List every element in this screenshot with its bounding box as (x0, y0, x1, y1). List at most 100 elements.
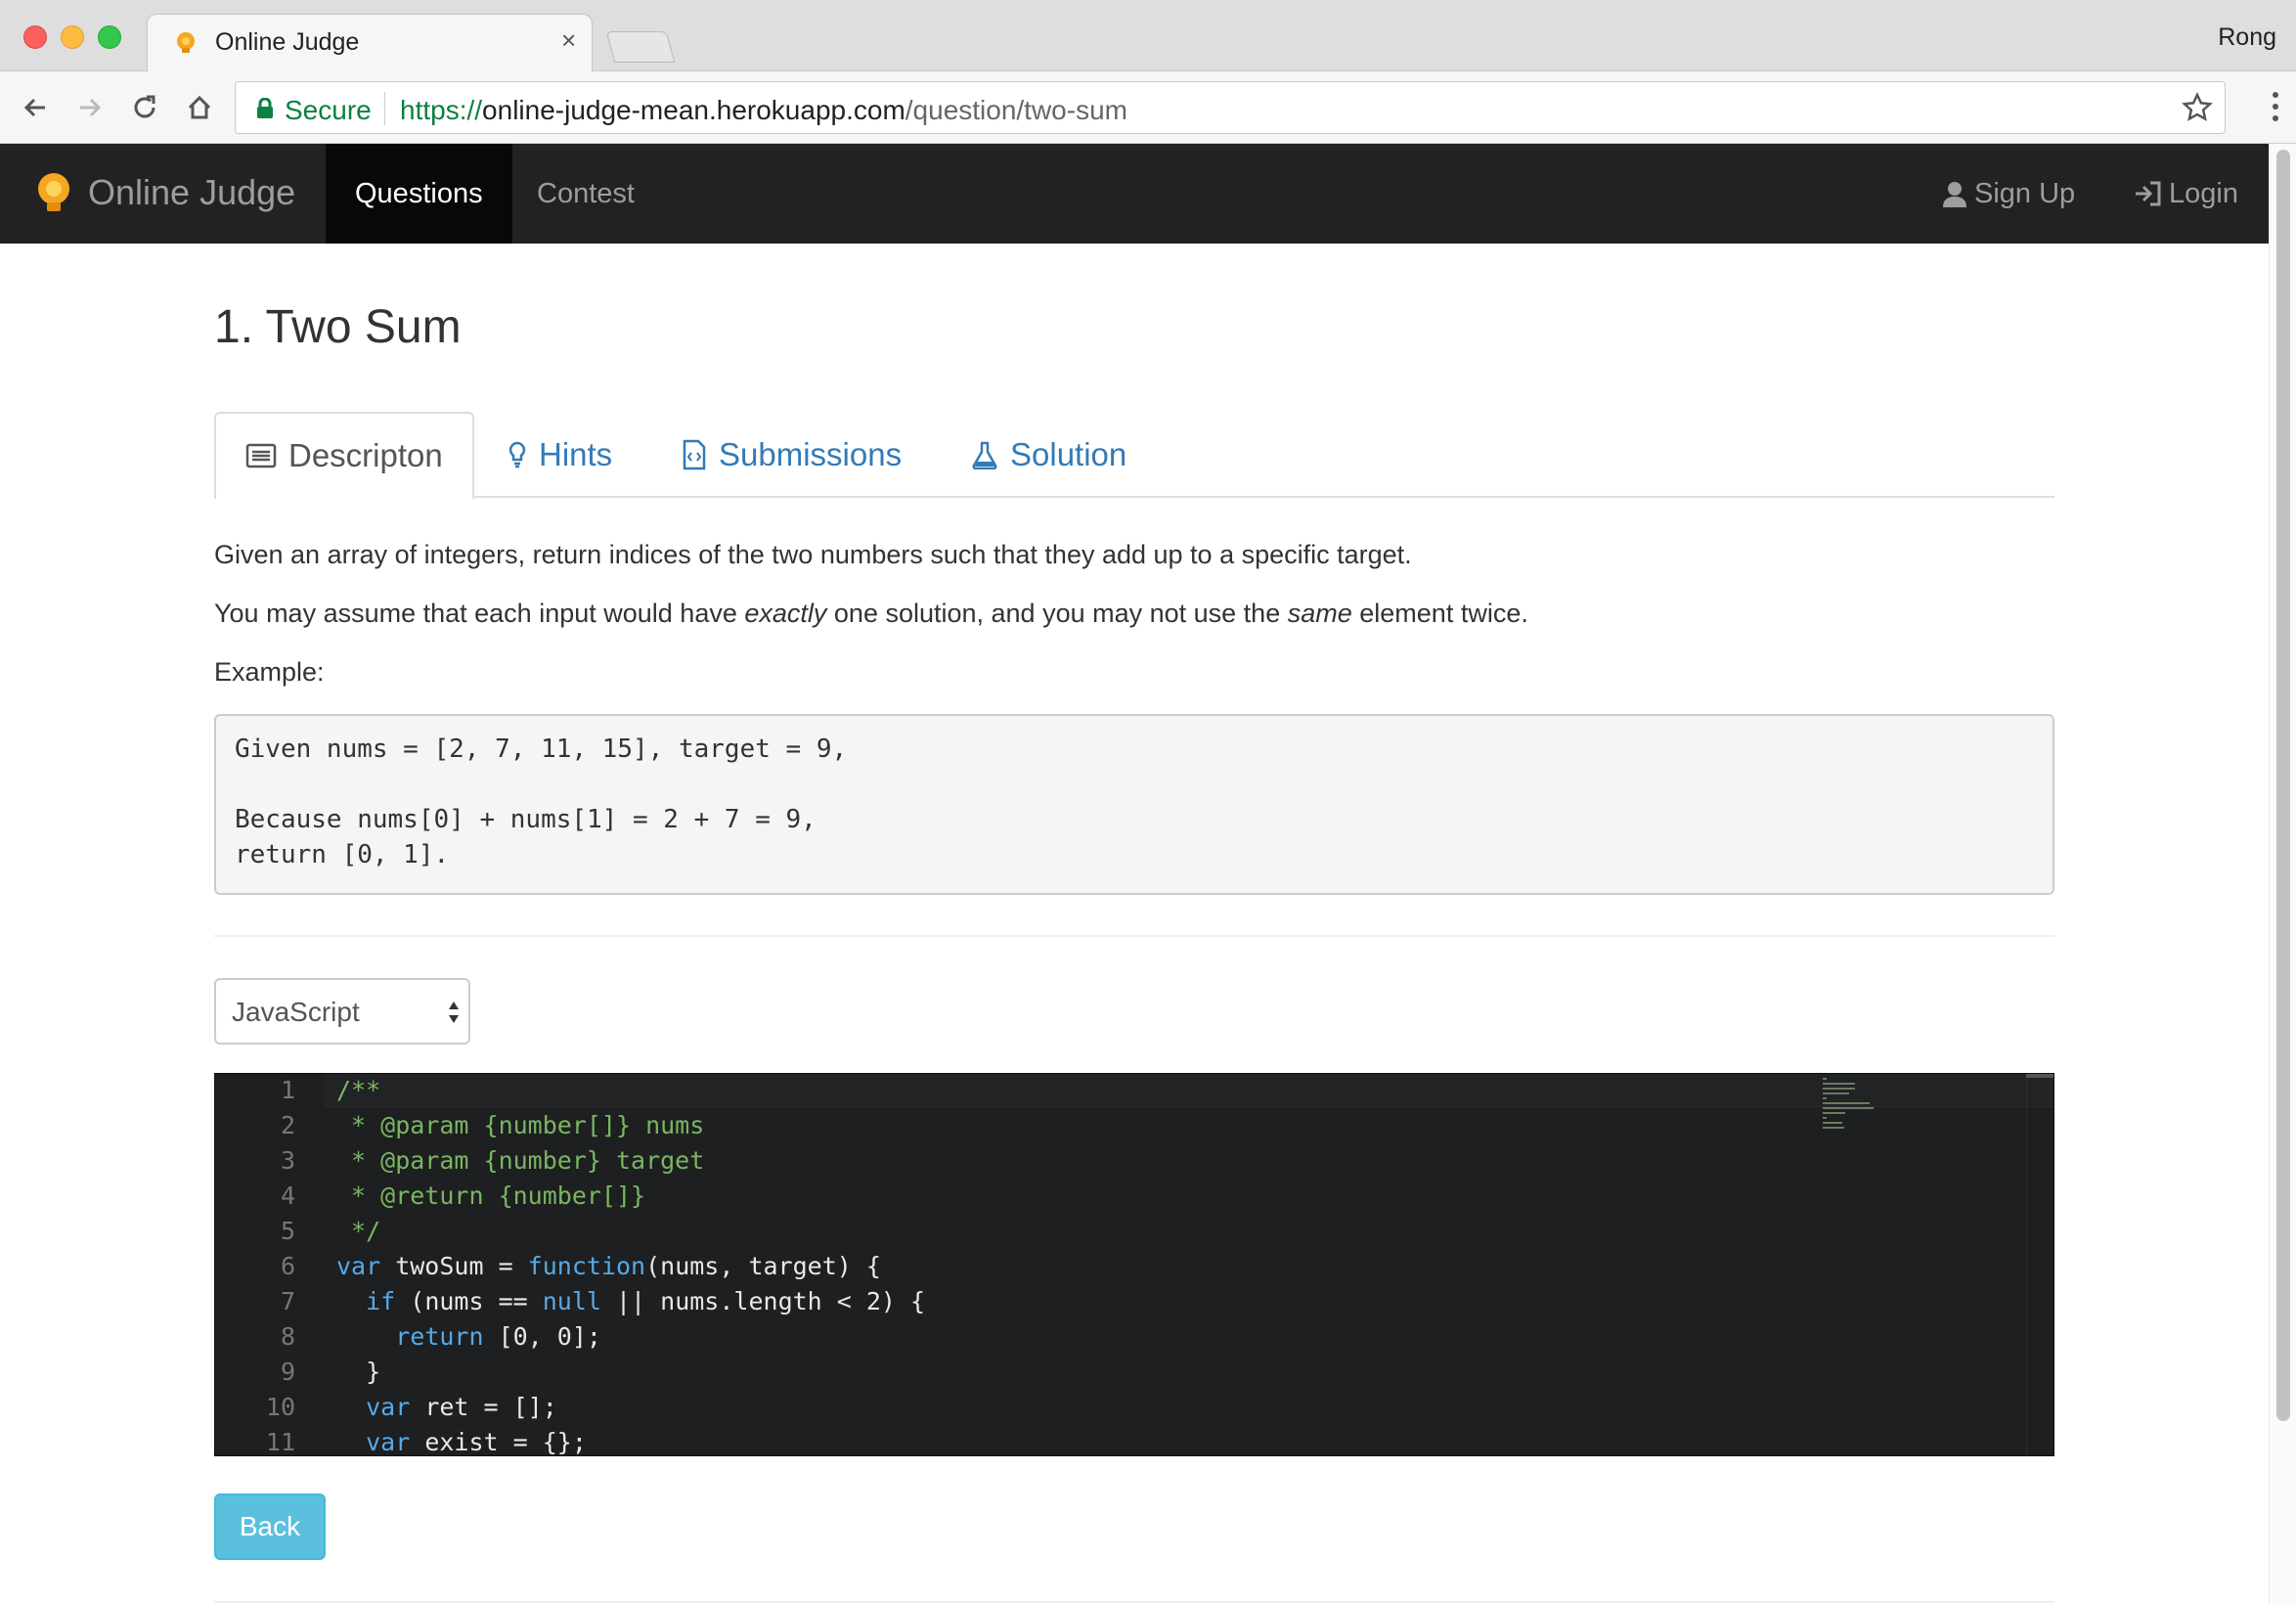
code-line: return [0, 0]; (336, 1322, 601, 1351)
page-scrollbar-thumb[interactable] (2276, 150, 2290, 1421)
description-text: element twice. (1351, 599, 1528, 628)
code-comment: * @param {number[]} nums (336, 1111, 705, 1139)
example-code-block: Given nums = [2, 7, 11, 15], target = 9,… (214, 714, 2054, 895)
minimap-line (1823, 1117, 1827, 1119)
code-token: || nums.length < 2) { (600, 1287, 926, 1315)
forward-arrow-icon[interactable] (70, 88, 110, 127)
minimap-line (1823, 1102, 1871, 1104)
description-text: one solution, and you may not use the (826, 599, 1288, 628)
tab-close-icon[interactable]: × (561, 27, 576, 53)
emphasis-exactly: exactly (744, 599, 827, 628)
tab-description[interactable]: Descripton (214, 412, 474, 500)
example-code-line: return [0, 1]. (235, 840, 450, 869)
window-minimize-button[interactable] (61, 25, 84, 49)
tab-submissions[interactable]: Submissions (682, 412, 902, 498)
code-line: * @return {number[]} (336, 1181, 645, 1210)
tab-hints[interactable]: Hints (508, 412, 612, 498)
minimap-line (1823, 1092, 1850, 1094)
profile-name[interactable]: Rong (2218, 23, 2276, 52)
browser-tab[interactable] (147, 14, 593, 72)
browser-tab-strip: Online Judge × Rong (0, 0, 2296, 72)
tab-solution[interactable]: Solution (971, 412, 1126, 498)
signup-link[interactable]: Sign Up (1941, 144, 2075, 244)
login-icon (2136, 181, 2161, 206)
code-keyword: if (366, 1287, 396, 1315)
minimap-line (1823, 1078, 1827, 1080)
language-select[interactable]: JavaScript (214, 978, 470, 1045)
code-token: [0, 0]; (483, 1322, 601, 1351)
minimap-line (1823, 1083, 1855, 1085)
login-link[interactable]: Login (2134, 144, 2238, 244)
nav-contest[interactable]: Contest (508, 144, 664, 244)
window-close-button[interactable] (23, 25, 47, 49)
lightbulb-icon (508, 441, 526, 468)
code-line: var twoSum = function(nums, target) { (336, 1252, 881, 1280)
editor-scrollbar[interactable] (2026, 1074, 2053, 1455)
home-icon[interactable] (180, 88, 219, 127)
browser-toolbar: Secure https://online-judge-mean.herokua… (0, 71, 2296, 144)
bulb-logo-icon[interactable] (33, 171, 74, 219)
example-code-line (235, 767, 2034, 802)
url-text[interactable]: https://online-judge-mean.herokuapp.com/… (400, 95, 1127, 126)
brand-name[interactable]: Online Judge (88, 172, 295, 213)
back-arrow-icon[interactable] (16, 88, 55, 127)
browser-menu-icon[interactable] (2271, 89, 2280, 129)
code-comment: */ (336, 1217, 381, 1245)
example-label: Example: (214, 657, 325, 687)
divider (214, 1601, 2054, 1603)
emphasis-same: same (1287, 599, 1352, 628)
secure-label: Secure (285, 95, 372, 125)
minimap-line (1823, 1107, 1874, 1109)
browser-tab-title: Online Judge (215, 28, 360, 56)
line-number: 8 (280, 1322, 295, 1351)
address-bar[interactable]: Secure https://online-judge-mean.herokua… (235, 81, 2226, 134)
minimap-line (1823, 1088, 1855, 1090)
flask-icon (972, 441, 997, 469)
bookmark-star-icon[interactable] (2182, 92, 2213, 128)
list-icon (245, 443, 277, 468)
code-keyword: function (527, 1252, 646, 1280)
code-line: * @param {number} target (336, 1146, 704, 1175)
editor-scrollbar-thumb[interactable] (2026, 1074, 2053, 1078)
code-token: twoSum = (380, 1252, 528, 1280)
code-editor[interactable]: 1 2 3 4 5 6 7 8 9 10 11 /** * @param {number[]} nu… (214, 1073, 2054, 1456)
description-line-1: Given an array of integers, return indic… (214, 540, 1412, 569)
login-label: Login (2169, 177, 2238, 209)
code-token: (nums == (395, 1287, 543, 1315)
minimap-line (1823, 1112, 1846, 1114)
editor-minimap[interactable] (1823, 1078, 1950, 1176)
line-number: 5 (280, 1217, 295, 1245)
code-line: } (336, 1358, 380, 1386)
back-button[interactable]: Back (214, 1493, 326, 1560)
description-text: You may assume that each input would hav… (214, 599, 745, 628)
editor-active-line (325, 1074, 2053, 1107)
favicon-icon (174, 31, 198, 55)
user-icon (1943, 182, 1966, 207)
line-number: 9 (280, 1358, 295, 1386)
line-number: 11 (265, 1428, 295, 1456)
line-number: 4 (280, 1181, 295, 1210)
window-zoom-button[interactable] (98, 25, 121, 49)
tab-hints-label: Hints (539, 436, 613, 472)
language-select-value: JavaScript (232, 997, 360, 1027)
url-host: online-judge-mean.herokuapp.com (482, 95, 905, 125)
tab-description-label: Descripton (288, 437, 443, 473)
page-scrollbar[interactable] (2269, 144, 2296, 1604)
code-token: (nums, target) { (645, 1252, 881, 1280)
code-token: ret = []; (410, 1393, 557, 1421)
code-keyword: var (336, 1252, 381, 1280)
divider (214, 935, 2054, 937)
new-tab-button[interactable] (605, 31, 676, 63)
reload-icon[interactable] (125, 88, 164, 127)
lock-icon (255, 97, 275, 124)
line-number: 10 (265, 1393, 295, 1421)
url-path: /question/two-sum (905, 95, 1127, 125)
nav-questions[interactable]: Questions (326, 144, 512, 244)
code-comment: /** (336, 1076, 381, 1104)
page-viewport: Online Judge Questions Contest Sign Up L… (0, 144, 2296, 1604)
address-separator (384, 92, 385, 125)
url-scheme: https:// (400, 95, 483, 125)
